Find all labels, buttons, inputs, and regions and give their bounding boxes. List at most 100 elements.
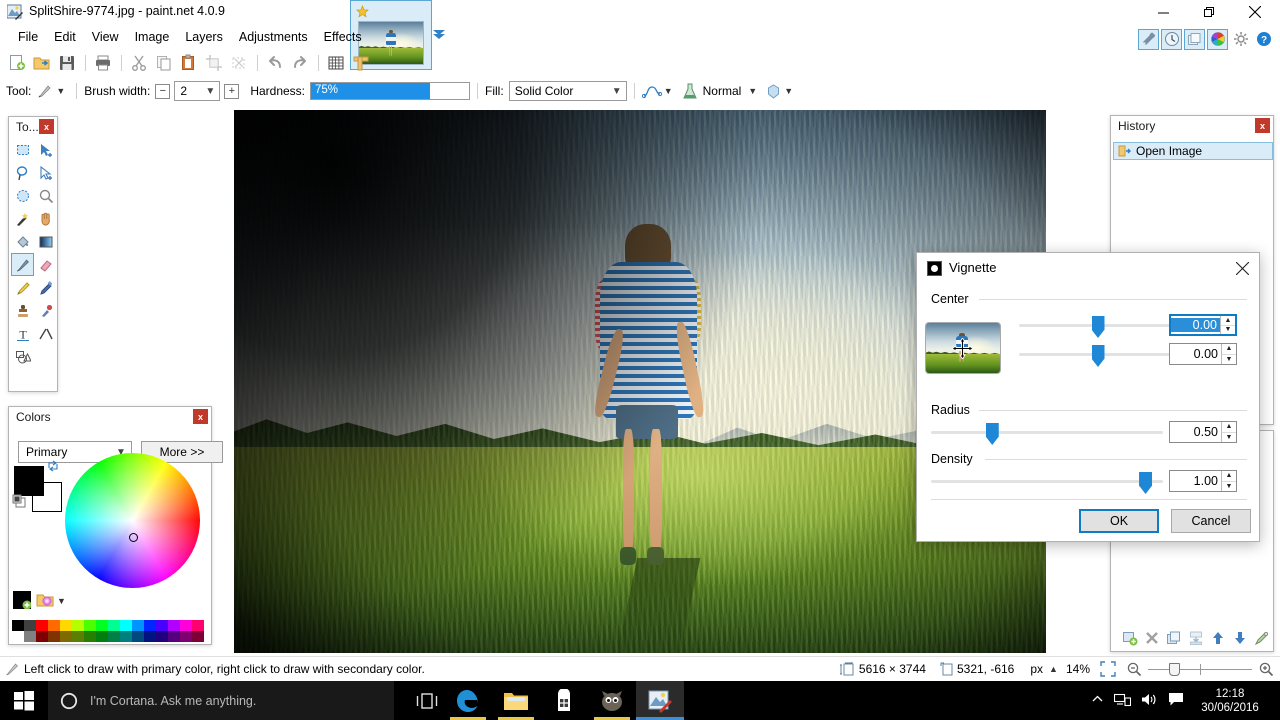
stepper-up-icon[interactable]: ▲ — [1222, 422, 1236, 433]
antialiasing-chevron-icon[interactable]: ▼ — [664, 86, 673, 96]
palette-row-light[interactable] — [12, 620, 204, 631]
paintbrush-icon[interactable] — [36, 82, 54, 100]
palette-swatch[interactable] — [180, 620, 192, 631]
action-center-icon[interactable] — [1168, 692, 1184, 710]
palette-swatch[interactable] — [168, 631, 180, 642]
tools-window-icon[interactable] — [1138, 29, 1159, 50]
brush-width-combo[interactable]: 2 ▼ — [174, 81, 220, 101]
palette-swatch[interactable] — [36, 631, 48, 642]
color-wheel[interactable] — [65, 453, 200, 588]
antialiasing-icon[interactable] — [642, 83, 662, 99]
network-icon[interactable] — [1114, 692, 1131, 710]
palette-swatch[interactable] — [144, 620, 156, 631]
layers-window-icon[interactable] — [1184, 29, 1205, 50]
cut-icon[interactable] — [127, 51, 151, 75]
close-button[interactable] — [1232, 0, 1278, 24]
palette-swatch[interactable] — [48, 620, 60, 631]
center-y-stepper[interactable]: ▲ ▼ — [1221, 344, 1236, 364]
palette-swatch[interactable] — [12, 631, 24, 642]
reset-colors-icon[interactable] — [12, 494, 26, 508]
radius-stepper[interactable]: ▲ ▼ — [1221, 422, 1236, 442]
minimize-button[interactable] — [1140, 0, 1186, 24]
swap-colors-icon[interactable] — [47, 460, 59, 472]
palette-swatch[interactable] — [120, 631, 132, 642]
palette-swatch[interactable] — [132, 631, 144, 642]
blend-mode-chevron-icon[interactable]: ▼ — [748, 86, 757, 96]
cancel-button[interactable]: Cancel — [1171, 509, 1251, 533]
alpha-blending-icon[interactable] — [765, 83, 782, 100]
palette-swatch[interactable] — [72, 620, 84, 631]
move-layer-down-icon[interactable] — [1231, 629, 1249, 647]
palette-row-dark[interactable] — [12, 631, 204, 642]
center-y-input[interactable]: 0.00 ▲ ▼ — [1169, 343, 1237, 365]
ok-button[interactable]: OK — [1079, 509, 1159, 533]
palette-swatch[interactable] — [108, 620, 120, 631]
color-palette[interactable] — [12, 620, 204, 642]
palette-swatch[interactable] — [168, 620, 180, 631]
stepper-up-icon[interactable]: ▲ — [1222, 344, 1236, 355]
merge-layer-down-icon[interactable] — [1187, 629, 1205, 647]
zoom-out-icon[interactable] — [1126, 661, 1142, 677]
density-stepper[interactable]: ▲ ▼ — [1221, 471, 1236, 491]
grid-icon[interactable] — [324, 51, 348, 75]
density-input[interactable]: 1.00 ▲ ▼ — [1169, 470, 1237, 492]
magic-wand-tool[interactable] — [11, 207, 34, 230]
lasso-select-tool[interactable] — [11, 161, 34, 184]
save-icon[interactable] — [55, 51, 79, 75]
palette-swatch[interactable] — [60, 620, 72, 631]
print-icon[interactable] — [91, 51, 115, 75]
palette-swatch[interactable] — [24, 631, 36, 642]
close-icon[interactable]: x — [1255, 118, 1270, 133]
palette-swatch[interactable] — [120, 620, 132, 631]
open-icon[interactable] — [30, 51, 54, 75]
menu-edit[interactable]: Edit — [46, 27, 84, 47]
move-selection-tool[interactable] — [34, 161, 57, 184]
help-icon[interactable]: ? — [1253, 29, 1274, 50]
add-color-icon[interactable] — [13, 591, 31, 609]
center-x-slider[interactable] — [1019, 315, 1177, 335]
tool-dropdown-chevron-icon[interactable]: ▼ — [56, 86, 65, 96]
paintbrush-tool[interactable] — [11, 253, 34, 276]
maximize-button[interactable] — [1186, 0, 1232, 24]
ellipse-select-tool[interactable] — [11, 184, 34, 207]
zoom-in-icon[interactable] — [1258, 661, 1274, 677]
palette-swatch[interactable] — [180, 631, 192, 642]
palette-swatch[interactable] — [132, 620, 144, 631]
palette-swatch[interactable] — [192, 620, 204, 631]
radius-input[interactable]: 0.50 ▲ ▼ — [1169, 421, 1237, 443]
palette-swatch[interactable] — [24, 620, 36, 631]
palette-swatch[interactable] — [96, 620, 108, 631]
fit-to-window-icon[interactable] — [1100, 661, 1116, 677]
close-icon[interactable]: x — [39, 119, 54, 134]
clone-stamp-tool[interactable] — [11, 299, 34, 322]
taskbar-app-file-explorer[interactable] — [492, 681, 540, 720]
stepper-down-icon[interactable]: ▼ — [1222, 355, 1236, 365]
taskbar-app-store[interactable] — [540, 681, 588, 720]
menu-effects[interactable]: Effects — [316, 27, 370, 47]
close-icon[interactable] — [1231, 258, 1253, 278]
chevron-down-icon[interactable]: ▼ — [57, 596, 66, 606]
center-y-slider[interactable] — [1019, 344, 1177, 364]
recolor-tool[interactable] — [34, 299, 57, 322]
stepper-down-icon[interactable]: ▼ — [1222, 482, 1236, 492]
palette-swatch[interactable] — [60, 631, 72, 642]
paste-icon[interactable] — [177, 51, 201, 75]
colors-window-icon[interactable] — [1207, 29, 1228, 50]
palette-swatch[interactable] — [36, 620, 48, 631]
redo-icon[interactable] — [288, 51, 312, 75]
move-layer-up-icon[interactable] — [1209, 629, 1227, 647]
delete-layer-icon[interactable] — [1143, 629, 1161, 647]
undo-icon[interactable] — [263, 51, 287, 75]
color-wheel-cursor[interactable] — [129, 533, 138, 542]
primary-color-swatch[interactable] — [14, 466, 44, 496]
vignette-dialog[interactable]: Vignette Center Radius Density — [916, 252, 1260, 542]
stepper-down-icon[interactable]: ▼ — [1222, 433, 1236, 443]
alpha-blending-chevron-icon[interactable]: ▼ — [784, 86, 793, 96]
palette-swatch[interactable] — [192, 631, 204, 642]
palette-swatch[interactable] — [48, 631, 60, 642]
show-hidden-icons-chevron[interactable] — [1091, 693, 1104, 709]
thumbnail-list-chevron-icon[interactable] — [432, 29, 446, 41]
duplicate-layer-icon[interactable] — [1165, 629, 1183, 647]
close-icon[interactable]: x — [193, 409, 208, 424]
windows-start-icon[interactable] — [0, 681, 48, 720]
